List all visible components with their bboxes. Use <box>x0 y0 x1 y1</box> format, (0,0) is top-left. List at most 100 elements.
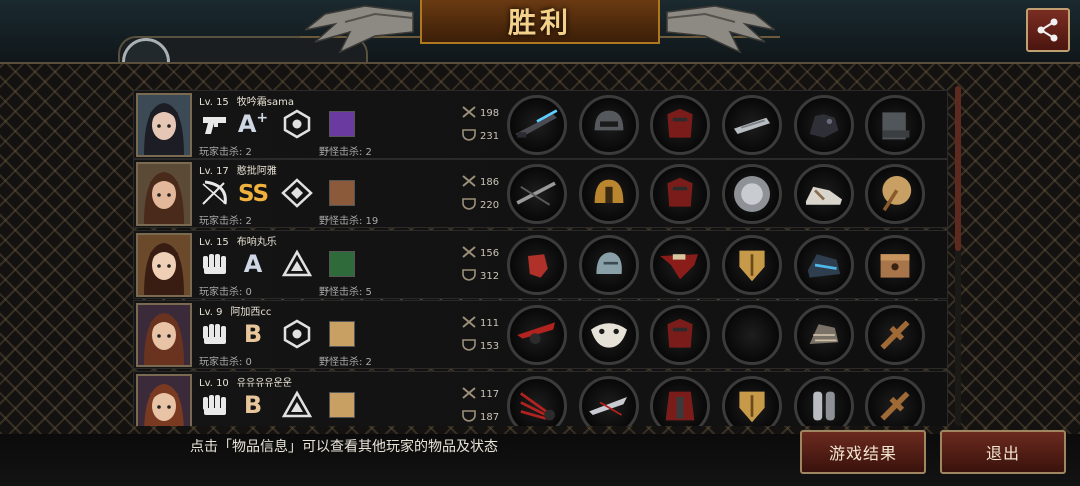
defense-icon <box>462 198 480 213</box>
player-badges: A <box>199 247 355 281</box>
equipment-golden-shield-icon[interactable] <box>722 376 783 426</box>
equipment-slots <box>507 164 937 224</box>
victory-title: 胜利 <box>507 6 572 39</box>
equipment-crossbow-icon[interactable] <box>507 164 567 224</box>
scrollbar-thumb[interactable] <box>955 86 961 251</box>
equipment-steel-greaves-icon[interactable] <box>793 376 854 426</box>
player-badges: B <box>199 388 355 422</box>
grade-plus: + <box>256 110 269 126</box>
equipment-silver-gauntlet-icon[interactable] <box>722 95 783 155</box>
defense-icon <box>462 269 480 284</box>
hexagon-rank-icon <box>277 319 317 349</box>
attack-value: 111 <box>480 318 500 329</box>
equipment-blue-boots-icon[interactable] <box>793 235 854 295</box>
companion-icon[interactable] <box>329 251 355 277</box>
player-grade: A+ <box>231 110 275 138</box>
companion-icon[interactable] <box>329 392 355 418</box>
triangle-rank-icon <box>277 390 317 420</box>
equipment-wooden-cross-icon[interactable] <box>865 376 926 426</box>
player-kills: 玩家击杀: 2 <box>199 216 252 227</box>
player-level-line: Lv. 15 布响丸乐 <box>199 233 277 248</box>
equipment-white-mask-icon[interactable] <box>578 305 639 365</box>
fist-icon <box>199 319 231 349</box>
companion-icon[interactable] <box>329 180 355 206</box>
defense-value: 231 <box>480 131 500 142</box>
fist-icon <box>199 390 231 420</box>
equipment-slots <box>507 376 937 426</box>
player-grade: SS <box>231 179 275 207</box>
player-row[interactable]: Lv. 10 유유유유운운 B 117 187 <box>133 371 948 426</box>
equipment-sneaker-icon[interactable] <box>793 164 854 224</box>
equipment-red-armor-icon[interactable] <box>650 305 711 365</box>
player-portrait[interactable] <box>136 233 192 297</box>
equipment-bandaged-arm-icon[interactable] <box>793 305 854 365</box>
player-row[interactable]: Lv. 9 阿加西cc B 玩家击杀: 0 野怪击杀: 2 111 153 <box>133 300 948 369</box>
bow-icon <box>199 178 231 208</box>
equipment-golden-helmet-icon[interactable] <box>578 164 639 224</box>
fist-icon <box>199 249 231 279</box>
defense-icon <box>462 129 480 144</box>
left-wing-ornament <box>305 5 414 54</box>
right-wing-ornament <box>666 5 775 54</box>
pistol-icon <box>199 109 231 139</box>
equipment-wooden-cross-icon[interactable] <box>865 305 926 365</box>
equipment-red-blades-icon[interactable] <box>507 305 567 365</box>
exit-button[interactable]: 退出 <box>940 430 1066 474</box>
companion-icon[interactable] <box>329 111 355 137</box>
player-kills: 玩家击杀: 2 <box>199 147 252 158</box>
equipment-red-fist-icon[interactable] <box>507 235 567 295</box>
equipment-red-claw-icon[interactable] <box>507 376 567 426</box>
title-banner: 胜利 <box>420 0 660 44</box>
hexagon-rank-icon <box>277 109 317 139</box>
attack-stat: 117 <box>462 387 499 402</box>
equipment-helmet-dark-icon[interactable] <box>578 95 639 155</box>
equipment-slots <box>507 95 937 155</box>
player-level-line: Lv. 9 阿加西cc <box>199 303 271 318</box>
player-kills: 玩家击杀: 0 <box>199 357 252 368</box>
equipment-slots <box>507 235 937 295</box>
player-row[interactable]: Lv. 17 憨批阿雅 SS 玩家击杀: 2 野怪击杀: 19 186 220 <box>133 159 948 228</box>
grade-letter: A <box>243 250 263 278</box>
share-button[interactable] <box>1026 8 1070 52</box>
equipment-treasure-box-icon[interactable] <box>865 235 926 295</box>
player-grade: B <box>231 320 275 348</box>
defense-stat: 231 <box>462 129 499 144</box>
equipment-slots <box>507 305 937 365</box>
player-row[interactable]: Lv. 15 布响丸乐 A 玩家击杀: 0 野怪击杀: 5 156 312 <box>133 230 948 299</box>
player-portrait[interactable] <box>136 162 192 226</box>
equipment-steel-helmet-icon[interactable] <box>578 235 639 295</box>
equipment-red-armor-icon[interactable] <box>650 164 711 224</box>
defense-icon <box>462 339 480 354</box>
game-results-button[interactable]: 游戏结果 <box>800 430 926 474</box>
diamond-rank-icon <box>277 178 317 208</box>
share-icon <box>1037 18 1058 42</box>
equipment-golden-fan-icon[interactable] <box>865 164 926 224</box>
equipment-red-armor-icon[interactable] <box>650 95 711 155</box>
monster-kills: 野怪击杀: 2 <box>319 357 372 368</box>
attack-value: 117 <box>480 389 500 400</box>
player-list[interactable]: Lv. 15 牧吟霜sama A+ 玩家击杀: 2 野怪击杀: 2 198 231 Lv. 1… <box>133 88 948 426</box>
player-portrait[interactable] <box>136 303 192 367</box>
player-grade: A <box>231 250 275 278</box>
attack-icon <box>462 316 480 331</box>
equipment-red-coat-icon[interactable] <box>650 376 711 426</box>
player-row[interactable]: Lv. 15 牧吟霜sama A+ 玩家击杀: 2 野怪击杀: 2 198 231 <box>133 90 948 159</box>
equipment-silver-disc-icon[interactable] <box>722 164 783 224</box>
equipment-golden-shield-icon[interactable] <box>722 235 783 295</box>
defense-stat: 220 <box>462 198 499 213</box>
player-portrait[interactable] <box>136 93 192 157</box>
equipment-dark-glove-icon[interactable] <box>793 95 854 155</box>
defense-value: 312 <box>480 271 500 282</box>
grade-letter: SS <box>237 181 269 207</box>
equipment-red-cape-icon[interactable] <box>650 235 711 295</box>
monster-kills: 野怪击杀: 2 <box>319 147 372 158</box>
attack-stat: 111 <box>462 316 499 331</box>
equipment-silver-blades-icon[interactable] <box>578 376 639 426</box>
equipment-metal-boots-icon[interactable] <box>865 95 926 155</box>
player-portrait[interactable] <box>136 374 192 426</box>
companion-icon[interactable] <box>329 321 355 347</box>
equipment-rifle-icon[interactable] <box>507 95 567 155</box>
attack-value: 156 <box>480 248 500 259</box>
triangle-rank-icon <box>277 249 317 279</box>
equipment-empty-icon[interactable] <box>722 305 783 365</box>
